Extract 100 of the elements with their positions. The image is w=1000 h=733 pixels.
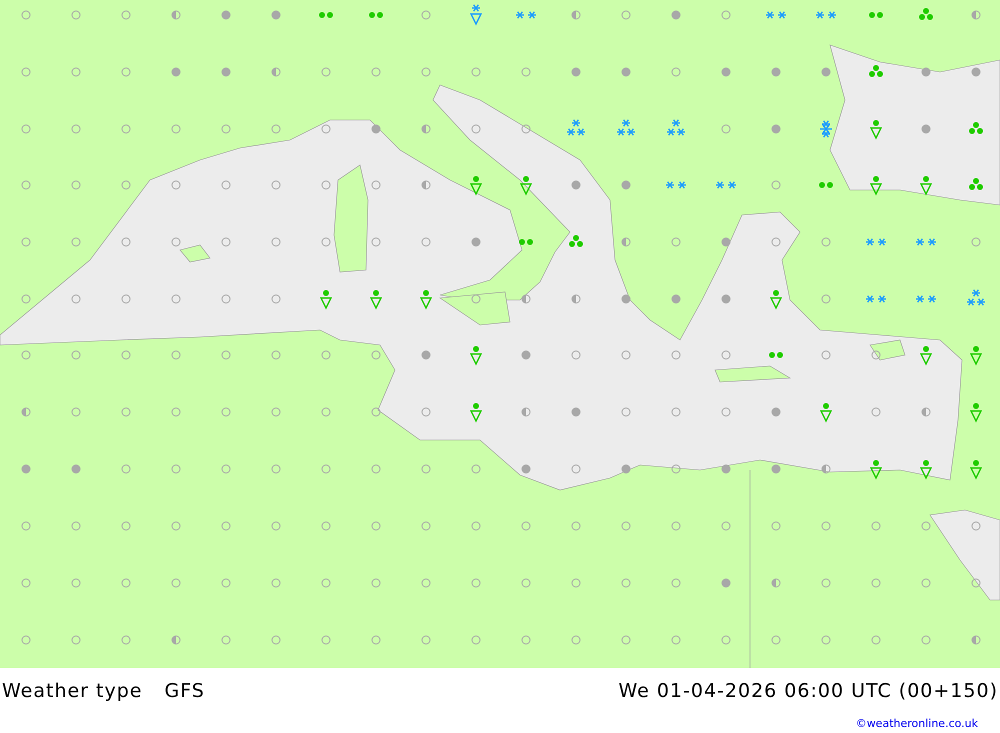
circle-icon: [272, 180, 280, 190]
circle-icon: [722, 10, 730, 20]
filled-circle-icon: [672, 10, 680, 20]
circle-icon: [522, 124, 530, 134]
circle-icon: [122, 10, 130, 20]
half-circle-icon: [972, 10, 980, 20]
circle-icon: [372, 408, 380, 416]
circle-icon: [122, 68, 130, 76]
circle-icon: [272, 124, 280, 134]
circle-icon: [122, 350, 130, 360]
circle-icon: [672, 464, 680, 474]
circle-icon: [222, 464, 230, 474]
circle-icon: [722, 124, 730, 134]
circle-icon: [372, 636, 380, 644]
circle-icon: [22, 636, 30, 644]
circle-icon: [922, 522, 930, 530]
filled-circle-icon: [222, 10, 230, 20]
circle-icon: [222, 350, 230, 360]
half-circle-icon: [172, 10, 180, 20]
filled-circle-icon: [772, 124, 780, 134]
dot-triangle-icon: [320, 290, 332, 310]
half-circle-icon: [572, 10, 580, 20]
circle-icon: [322, 636, 330, 644]
two-asterisks-icon: [866, 295, 886, 303]
filled-circle-icon: [422, 350, 430, 360]
snowflake-icon: [820, 120, 832, 138]
dot-triangle-icon: [770, 290, 782, 310]
filled-circle-icon: [372, 124, 380, 134]
circle-icon: [622, 408, 630, 416]
circle-icon: [572, 522, 580, 530]
circle-icon: [172, 238, 180, 246]
half-circle-icon: [272, 68, 280, 76]
two-asterisks-icon: [916, 295, 936, 303]
filled-circle-icon: [622, 180, 630, 190]
credit-link[interactable]: ©weatheronline.co.uk: [856, 716, 978, 732]
three-asterisks-icon: [617, 119, 635, 136]
circle-icon: [272, 578, 280, 588]
circle-icon: [822, 350, 830, 360]
circle-icon: [72, 578, 80, 588]
dot-triangle-icon: [470, 346, 482, 366]
circle-icon: [122, 124, 130, 134]
circle-icon: [422, 238, 430, 246]
circle-icon: [122, 238, 130, 246]
circle-icon: [222, 636, 230, 644]
circle-icon: [272, 464, 280, 474]
circle-icon: [22, 238, 30, 246]
half-circle-icon: [172, 636, 180, 644]
half-circle-icon: [22, 408, 30, 416]
filled-circle-icon: [572, 180, 580, 190]
three-dots-icon: [869, 65, 883, 77]
half-circle-icon: [572, 294, 580, 304]
filled-circle-icon: [722, 578, 730, 588]
circle-icon: [322, 180, 330, 190]
circle-icon: [72, 350, 80, 360]
dot-triangle-icon: [820, 403, 832, 423]
circle-icon: [172, 124, 180, 134]
circle-icon: [772, 238, 780, 246]
circle-icon: [872, 636, 880, 644]
circle-icon: [622, 522, 630, 530]
dot-triangle-icon: [870, 120, 882, 140]
three-dots-icon: [569, 235, 583, 247]
circle-icon: [922, 636, 930, 644]
dot-triangle-icon: [470, 176, 482, 196]
circle-icon: [322, 350, 330, 360]
circle-icon: [972, 578, 980, 588]
circle-icon: [22, 522, 30, 530]
circle-icon: [222, 180, 230, 190]
circle-icon: [872, 408, 880, 416]
circle-icon: [422, 68, 430, 76]
three-dots-icon: [919, 8, 933, 20]
island-shape: [870, 340, 906, 360]
circle-icon: [72, 180, 80, 190]
circle-icon: [222, 522, 230, 530]
filled-circle-icon: [622, 464, 630, 474]
circle-icon: [622, 636, 630, 644]
circle-icon: [22, 578, 30, 588]
dot-triangle-icon: [920, 176, 932, 196]
circle-icon: [122, 408, 130, 416]
circle-icon: [72, 636, 80, 644]
circle-icon: [722, 350, 730, 360]
filled-circle-icon: [772, 68, 780, 76]
circle-icon: [822, 636, 830, 644]
circle-icon: [672, 68, 680, 76]
circle-icon: [822, 522, 830, 530]
circle-icon: [622, 10, 630, 20]
circle-icon: [322, 522, 330, 530]
three-dots-icon: [969, 178, 983, 190]
dot-triangle-icon: [870, 176, 882, 196]
circle-icon: [772, 636, 780, 644]
circle-icon: [122, 636, 130, 644]
circle-icon: [372, 578, 380, 588]
dot-triangle-icon: [970, 346, 982, 366]
circle-icon: [722, 522, 730, 530]
circle-icon: [472, 294, 480, 304]
circle-icon: [822, 294, 830, 304]
circle-icon: [572, 464, 580, 474]
asterisk-triangle-icon: [470, 4, 482, 26]
filled-circle-icon: [722, 238, 730, 246]
filled-circle-icon: [772, 464, 780, 474]
circle-icon: [872, 578, 880, 588]
